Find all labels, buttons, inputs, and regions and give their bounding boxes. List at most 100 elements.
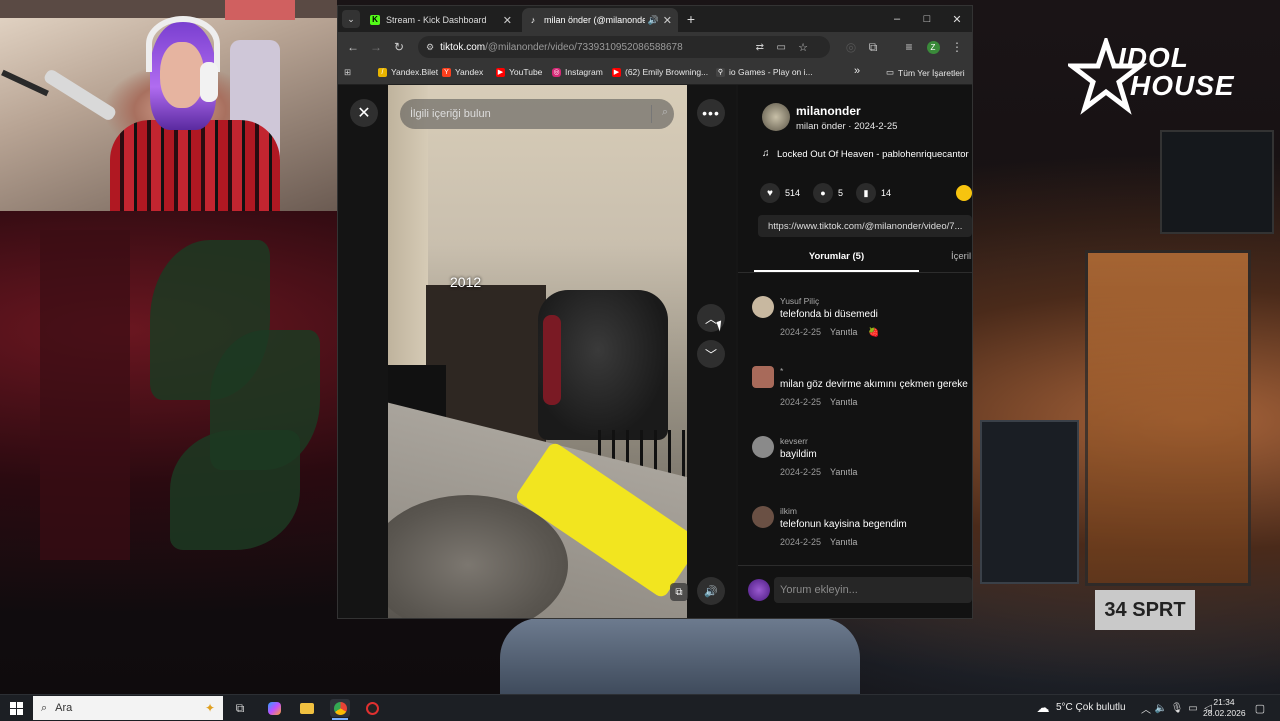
share-coin-icon[interactable] bbox=[956, 185, 972, 201]
wall-posters bbox=[40, 230, 130, 560]
tab-search-button[interactable]: ⌄ bbox=[342, 10, 360, 28]
comment-author[interactable]: kevserr bbox=[780, 436, 808, 446]
bookmark-item[interactable]: ◎ Instagram bbox=[552, 67, 603, 77]
share-url-box[interactable]: https://www.tiktok.com/@milanonder/video… bbox=[758, 215, 972, 237]
bookmark-label: Yandex.Bilet bbox=[391, 67, 439, 77]
bookmark-item[interactable]: / Yandex.Bilet bbox=[378, 67, 438, 77]
lit-cabinet bbox=[1085, 250, 1251, 586]
apps-grid-icon[interactable]: ⊞ bbox=[344, 67, 351, 78]
cast-icon[interactable]: ▭ bbox=[777, 42, 786, 53]
like-button[interactable]: ♥ bbox=[760, 183, 780, 203]
windows-start-icon[interactable] bbox=[7, 699, 25, 717]
music-title[interactable]: Locked Out Of Heaven - pablohenriquecant… bbox=[777, 149, 969, 160]
tab-tiktok[interactable]: ♪ milan önder (@milanonder) 🔊 ✕ bbox=[522, 8, 678, 32]
menu-kebab-icon[interactable]: ⋮ bbox=[948, 38, 966, 56]
bookmark-item[interactable]: ▶ (62) Emily Browning... bbox=[612, 67, 708, 77]
close-tab-icon[interactable]: ✕ bbox=[503, 14, 512, 27]
search-icon[interactable]: ⌕ bbox=[662, 106, 668, 119]
tab-kick-dashboard[interactable]: K Stream - Kick Dashboard ✕ bbox=[364, 8, 518, 32]
reply-button[interactable]: Yanıtla bbox=[830, 537, 857, 547]
extensions-puzzle-icon[interactable]: ⧉ bbox=[864, 38, 882, 56]
bookmark-label: (62) Emily Browning... bbox=[625, 67, 709, 77]
tab-bar: ⌄ K Stream - Kick Dashboard ✕ ♪ milan ön… bbox=[338, 6, 972, 32]
next-video-button[interactable]: ﹀ bbox=[697, 340, 725, 368]
comment-input[interactable]: Yorum ekleyin... bbox=[774, 577, 972, 603]
copilot-icon[interactable] bbox=[265, 699, 283, 717]
url-bar[interactable]: ⚙ tiktok.com/@milanonder/video/733931095… bbox=[418, 36, 830, 58]
media-controls-icon[interactable]: ≡ bbox=[900, 38, 918, 56]
tabs-divider bbox=[738, 272, 972, 273]
license-plate: 34 SPRT bbox=[1095, 590, 1195, 630]
reply-button[interactable]: Yanıtla bbox=[830, 467, 857, 477]
back-arrow-icon[interactable]: ← bbox=[344, 38, 362, 56]
task-view-icon[interactable]: ⧉ bbox=[231, 699, 249, 717]
comment-author[interactable]: ilkim bbox=[780, 506, 797, 516]
translate-icon[interactable]: ⇄ bbox=[756, 42, 764, 53]
bookmark-favicon: ▶ bbox=[496, 67, 505, 77]
comment-text: milan göz devirme akımını çekmen gereke bbox=[780, 379, 968, 390]
taskbar-search[interactable]: ⌕ Ara ✦ bbox=[33, 696, 223, 720]
author-username[interactable]: milanonder bbox=[796, 104, 861, 118]
save-button[interactable]: ▮ bbox=[856, 183, 876, 203]
bookmark-item[interactable]: ⚲ io Games - Play on i... bbox=[716, 67, 813, 77]
comment-text: telefonun kayisina begendim bbox=[780, 519, 907, 530]
browser-window: ⌄ K Stream - Kick Dashboard ✕ ♪ milan ön… bbox=[338, 6, 972, 618]
notifications-icon[interactable]: ▢ bbox=[1251, 699, 1269, 717]
video-player[interactable]: 2012 bbox=[388, 85, 687, 618]
chrome-icon[interactable] bbox=[330, 699, 350, 717]
maximize-button[interactable]: □ bbox=[912, 6, 942, 32]
weather-text[interactable]: 5°C Çok bulutlu bbox=[1056, 702, 1126, 713]
bookmark-star-icon[interactable]: ☆ bbox=[798, 41, 808, 54]
tab-content[interactable]: İçeril bbox=[951, 251, 971, 262]
new-tab-button[interactable]: + bbox=[682, 10, 700, 28]
tiktok-icon: ♪ bbox=[530, 15, 536, 25]
comment-date: 2024-2-25 bbox=[780, 397, 822, 407]
author-avatar[interactable] bbox=[762, 103, 790, 131]
comment-button[interactable]: ● bbox=[813, 183, 833, 203]
comment-avatar[interactable] bbox=[752, 366, 774, 388]
streamer-legs bbox=[500, 618, 860, 694]
reply-button[interactable]: Yanıtla bbox=[830, 327, 857, 337]
reply-button[interactable]: Yanıtla bbox=[830, 397, 857, 407]
extension-icon[interactable]: ◎ bbox=[842, 38, 860, 56]
tiktok-video-page: 2012 ✕ İlgili içeriği bulun ⌕ ••• ︿ ﹀ ⧉ … bbox=[338, 85, 972, 618]
composer-divider bbox=[738, 565, 972, 566]
comment-author[interactable]: * bbox=[780, 366, 783, 376]
close-window-button[interactable]: ✕ bbox=[942, 6, 972, 32]
comment-avatar[interactable] bbox=[752, 296, 774, 318]
microphone bbox=[42, 67, 118, 123]
forward-arrow-icon[interactable]: → bbox=[367, 38, 385, 56]
bookmarks-overflow-button[interactable]: » bbox=[854, 65, 860, 77]
taskbar-search-placeholder: Ara bbox=[55, 702, 73, 714]
comment-author[interactable]: Yusuf Piliç bbox=[780, 296, 819, 306]
reload-icon[interactable]: ↻ bbox=[390, 38, 408, 56]
weather-cloud-icon[interactable]: ☁ bbox=[1034, 699, 1052, 717]
site-info-icon[interactable]: ⚙ bbox=[426, 42, 434, 53]
more-options-button[interactable]: ••• bbox=[697, 99, 725, 127]
audio-playing-icon[interactable]: 🔊 bbox=[648, 15, 659, 26]
close-tab-icon[interactable]: ✕ bbox=[663, 14, 672, 27]
chevron-up-icon: ︿ bbox=[704, 311, 717, 326]
pip-button[interactable]: ⧉ bbox=[670, 583, 688, 601]
bookmark-item[interactable]: Y Yandex bbox=[442, 67, 483, 77]
comment-bubble-icon: ● bbox=[820, 188, 826, 198]
clock[interactable]: 21:34 28.02.2026 bbox=[1203, 697, 1246, 719]
clock-time: 21:34 bbox=[1213, 697, 1235, 707]
windows-taskbar: ⌕ Ara ✦ ⧉ ☁ 5°C Çok bulutlu ︿ 🔈 🎙 ▭ ◁ 21… bbox=[0, 694, 1280, 721]
file-explorer-icon[interactable] bbox=[298, 699, 316, 717]
bookmark-item[interactable]: ▶ YouTube bbox=[496, 67, 542, 77]
bookmark-icon: ▮ bbox=[863, 187, 869, 198]
related-search-input[interactable]: İlgili içeriği bulun ⌕ bbox=[400, 99, 674, 129]
shelf-figure bbox=[225, 0, 295, 20]
comment-text: telefonda bi düsemedi bbox=[780, 309, 878, 320]
close-video-button[interactable]: ✕ bbox=[350, 99, 378, 127]
tab-comments[interactable]: Yorumlar (5) bbox=[754, 251, 919, 271]
volume-button[interactable]: 🔊 bbox=[697, 577, 725, 605]
comment-avatar[interactable] bbox=[752, 436, 774, 458]
profile-avatar[interactable]: Z bbox=[926, 40, 940, 54]
app-icon[interactable] bbox=[363, 699, 381, 717]
comment-avatar[interactable] bbox=[752, 506, 774, 528]
all-bookmarks-folder[interactable]: ▭ Tüm Yer İşaretleri bbox=[886, 67, 965, 78]
minimize-button[interactable]: – bbox=[882, 6, 912, 32]
search-divider bbox=[651, 105, 652, 123]
